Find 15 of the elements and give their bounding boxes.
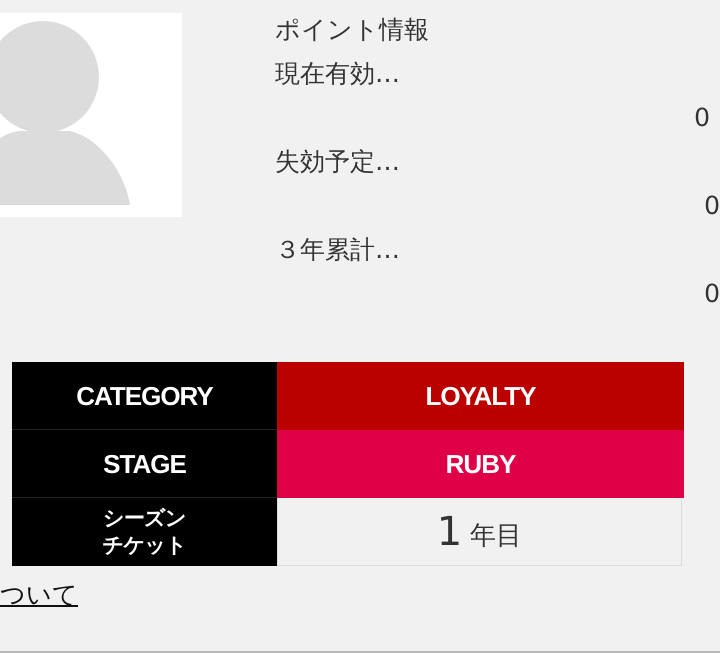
status-label: STAGE xyxy=(12,430,277,498)
years-unit: 年目 xyxy=(470,520,522,553)
status-value: RUBY xyxy=(277,430,684,498)
about-link[interactable]: ついて xyxy=(0,578,78,611)
status-value: LOYALTY xyxy=(277,362,684,430)
points-label: ３年累計… xyxy=(275,234,401,266)
points-value: 0 xyxy=(704,278,720,310)
status-label: シーズンチケット xyxy=(12,498,277,566)
points-label: 現在有効… xyxy=(275,58,401,90)
years-number: 1 xyxy=(436,508,462,554)
section-title: ポイント情報 xyxy=(275,14,430,46)
points-value: 0 xyxy=(704,190,720,222)
status-label: CATEGORY xyxy=(12,362,277,430)
points-value: 0 xyxy=(694,102,710,134)
points-label: 失効予定… xyxy=(275,146,401,178)
